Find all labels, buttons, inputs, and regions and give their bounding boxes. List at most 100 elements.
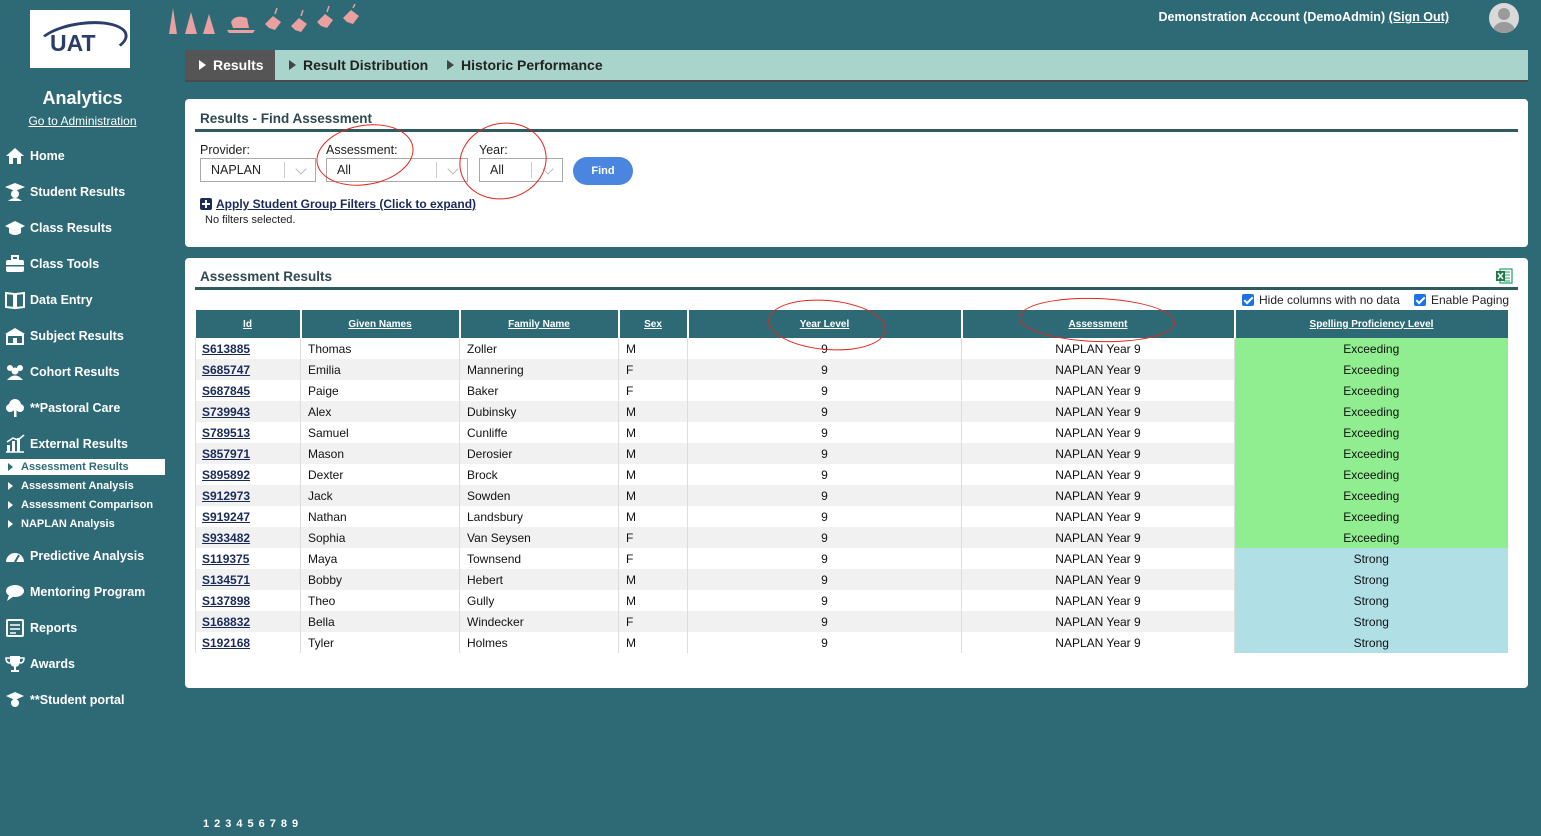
page-link-6[interactable]: 6 [259,818,265,830]
student-id-link[interactable]: S895892 [195,464,301,485]
hide-columns-checkbox[interactable]: Hide columns with no data [1242,293,1400,307]
assessment-cell: NAPLAN Year 9 [961,443,1235,464]
sidebar-item-awards[interactable]: Awards [0,649,165,679]
book-icon [5,291,25,310]
column-header-id[interactable]: Id [195,310,301,338]
page-link-2[interactable]: 2 [214,818,220,830]
year-level-cell: 9 [687,527,962,548]
apply-group-filters[interactable]: Apply Student Group Filters (Click to ex… [200,197,476,211]
sidebar-item-cohort-results[interactable]: Cohort Results [0,357,165,387]
sidebar-item-pastoral-care[interactable]: **Pastoral Care [0,393,165,423]
tab-bar: Results Result Distribution Historic Per… [185,50,1528,82]
find-button[interactable]: Find [573,157,633,185]
pagination: 123456789 [195,812,1508,836]
page-link-1[interactable]: 1 [203,818,209,830]
family-name-cell: Landsbury [459,506,619,527]
sidebar-item-home[interactable]: Home [0,141,165,171]
sidebar-item-student-portal[interactable]: **Student portal [0,685,165,715]
given-name-cell: Mason [300,443,460,464]
given-name-cell: Theo [300,590,460,611]
assessment-cell: NAPLAN Year 9 [961,506,1235,527]
column-header-spelling-proficiency-level[interactable]: Spelling Proficiency Level [1233,310,1508,338]
given-name-cell: Alex [300,401,460,422]
sidebar-item-reports[interactable]: Reports [0,613,165,643]
student-id-link[interactable]: S137898 [195,590,301,611]
sidebar-subitem-assessment-analysis[interactable]: Assessment Analysis [0,478,165,494]
family-name-cell: Van Seysen [459,527,619,548]
student-id-link[interactable]: S168832 [195,611,301,632]
page-link-8[interactable]: 8 [281,818,287,830]
proficiency-cell: Strong [1234,632,1508,653]
column-header-sex[interactable]: Sex [617,310,688,338]
page-link-7[interactable]: 7 [270,818,276,830]
enable-paging-checkbox[interactable]: Enable Paging [1414,293,1509,307]
student-id-link[interactable]: S687845 [195,380,301,401]
year-level-cell: 9 [687,401,962,422]
table-row: S739943 Alex Dubinsky M 9 NAPLAN Year 9 Exceed… [195,401,1508,422]
student-id-link[interactable]: S739943 [195,401,301,422]
user-avatar-icon[interactable] [1489,3,1519,33]
sidebar-item-predictive-analysis[interactable]: Predictive Analysis [0,541,165,571]
results-table: Id Given Names Family Name Sex Year Level Ass… [195,310,1508,653]
table-row: S685747 Emilia Mannering F 9 NAPLAN Year 9 Exc… [195,359,1508,380]
column-header-assessment[interactable]: Assessment [960,310,1235,338]
page-link-9[interactable]: 9 [292,818,298,830]
triangle-right-icon [447,60,454,70]
student-id-link[interactable]: S912973 [195,485,301,506]
sidebar-subitem-naplan-analysis[interactable]: NAPLAN Analysis [0,516,165,532]
proficiency-cell: Strong [1234,548,1508,569]
sidebar-item-class-tools[interactable]: Class Tools [0,249,165,279]
student-id-link[interactable]: S613885 [195,338,301,359]
family-name-cell: Cunliffe [459,422,619,443]
sidebar-item-label: Reports [30,621,78,635]
column-header-year-level[interactable]: Year Level [686,310,962,338]
sidebar-item-mentoring-program[interactable]: Mentoring Program [0,577,165,607]
sidebar-subitem-assessment-comparison[interactable]: Assessment Comparison [0,497,165,513]
student-id-link[interactable]: S857971 [195,443,301,464]
student-id-link[interactable]: S919247 [195,506,301,527]
year-select[interactable]: All [479,158,563,182]
sidebar-item-class-results[interactable]: Class Results [0,213,165,243]
column-header-family-name[interactable]: Family Name [458,310,619,338]
year-level-cell: 9 [687,380,962,401]
page-link-3[interactable]: 3 [225,818,231,830]
tab-results[interactable]: Results [185,50,275,80]
student-icon [6,692,24,707]
table-row: S192168 Tyler Holmes M 9 NAPLAN Year 9 Strong [195,632,1508,653]
family-name-cell: Baker [459,380,619,401]
assessment-cell: NAPLAN Year 9 [961,401,1235,422]
year-level-cell: 9 [687,506,962,527]
student-id-link[interactable]: S134571 [195,569,301,590]
given-name-cell: Samuel [300,422,460,443]
year-label: Year: [479,143,508,157]
go-to-administration-link[interactable]: Go to Administration [0,114,165,128]
filters-status: No filters selected. [205,214,296,226]
sidebar-item-label: Student Results [30,185,126,199]
assessment-label: Assessment: [326,143,398,157]
divider [195,287,1518,290]
column-header-given-names[interactable]: Given Names [299,310,460,338]
sidebar-item-data-entry[interactable]: Data Entry [0,285,165,315]
student-id-link[interactable]: S685747 [195,359,301,380]
uat-logo[interactable]: UAT [30,10,131,68]
sidebar-subitem-assessment-results[interactable]: Assessment Results [0,459,165,475]
page-link-5[interactable]: 5 [248,818,254,830]
sidebar-item-student-results[interactable]: Student Results [0,177,165,207]
page-link-4[interactable]: 4 [236,818,242,830]
student-id-link[interactable]: S933482 [195,527,301,548]
student-id-link[interactable]: S119375 [195,548,301,569]
tab-historic-performance[interactable]: Historic Performance [447,50,603,80]
student-id-link[interactable]: S192168 [195,632,301,653]
provider-select[interactable]: NAPLAN [200,158,316,182]
table-row: S119375 Maya Townsend F 9 NAPLAN Year 9 Strong [195,548,1508,569]
sidebar-item-subject-results[interactable]: Subject Results [0,321,165,351]
year-level-cell: 9 [687,548,962,569]
assessment-select[interactable]: All [326,158,468,182]
tab-result-distribution[interactable]: Result Distribution [289,50,428,80]
sex-cell: M [618,632,688,653]
sign-out-link[interactable]: (Sign Out) [1389,10,1449,24]
excel-export-icon[interactable] [1495,267,1513,285]
sidebar-item-external-results[interactable]: External Results [0,429,165,459]
student-id-link[interactable]: S789513 [195,422,301,443]
graduate-icon [5,183,25,201]
